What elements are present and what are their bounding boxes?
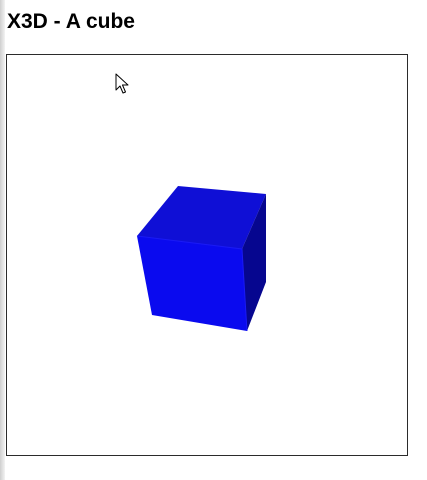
cube[interactable] — [136, 186, 266, 332]
x3d-scene[interactable] — [7, 55, 407, 455]
page-title: X3D - A cube — [7, 10, 135, 33]
page: X3D - A cube — [0, 0, 427, 480]
window-edge-shadow — [0, 0, 5, 480]
cube-front-face[interactable] — [137, 236, 247, 331]
arrow-cursor-icon — [115, 73, 129, 94]
x3d-viewport[interactable] — [6, 54, 408, 456]
